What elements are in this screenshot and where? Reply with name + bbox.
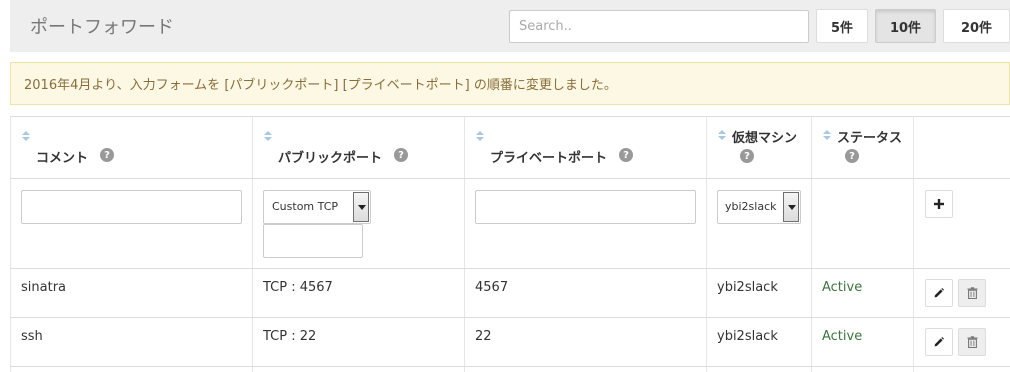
trash-icon bbox=[967, 336, 977, 348]
help-circle-icon[interactable]: ? bbox=[100, 148, 114, 162]
per-page-5-button[interactable]: 5件 bbox=[816, 9, 868, 43]
sort-icon[interactable] bbox=[264, 131, 272, 141]
per-page-10-button[interactable]: 10件 bbox=[875, 9, 936, 43]
column-header-private-port[interactable]: プライベートポート bbox=[490, 147, 607, 166]
vm-select-value: ybi2slack bbox=[725, 200, 777, 213]
cell-public-port: TCP : 4567 bbox=[263, 280, 333, 295]
row-divider bbox=[10, 317, 1010, 318]
column-header-status[interactable]: ステータス bbox=[837, 127, 902, 146]
cell-comment: ssh bbox=[21, 329, 43, 344]
protocol-select-value: Custom TCP bbox=[272, 200, 339, 213]
cell-public-port: TCP : 22 bbox=[263, 329, 317, 344]
column-header-virtual-machine[interactable]: 仮想マシン bbox=[732, 127, 797, 146]
column-divider bbox=[811, 116, 812, 372]
column-divider bbox=[706, 116, 707, 372]
help-circle-icon[interactable]: ? bbox=[845, 149, 859, 163]
private-port-input[interactable] bbox=[475, 190, 696, 224]
help-circle-icon[interactable]: ? bbox=[619, 148, 633, 162]
status-badge: Active bbox=[822, 329, 863, 344]
cell-virtual-machine: ybi2slack bbox=[717, 329, 778, 344]
chevron-down-icon[interactable] bbox=[353, 192, 369, 222]
sort-icon[interactable] bbox=[476, 131, 484, 141]
add-port-forward-button[interactable] bbox=[925, 190, 953, 218]
edit-button[interactable] bbox=[925, 328, 953, 356]
cell-comment: sinatra bbox=[21, 280, 66, 295]
header-divider bbox=[10, 178, 1010, 179]
delete-button[interactable] bbox=[958, 328, 986, 356]
delete-button[interactable] bbox=[958, 279, 986, 307]
edit-button[interactable] bbox=[925, 279, 953, 307]
notice-alert: 2016年4月より、入力フォームを [パブリックポート] [プライベートポート]… bbox=[10, 62, 1010, 105]
notice-text: 2016年4月より、入力フォームを [パブリックポート] [プライベートポート]… bbox=[24, 78, 617, 93]
sort-icon[interactable] bbox=[823, 130, 831, 140]
public-port-input[interactable] bbox=[263, 224, 363, 258]
plus-icon bbox=[934, 199, 944, 209]
help-circle-icon[interactable]: ? bbox=[740, 149, 754, 163]
vm-select[interactable]: ybi2slack bbox=[717, 190, 801, 224]
cell-private-port: 4567 bbox=[475, 280, 509, 295]
protocol-select[interactable]: Custom TCP bbox=[263, 190, 371, 224]
sort-icon[interactable] bbox=[22, 131, 30, 141]
column-header-public-port[interactable]: パブリックポート bbox=[278, 147, 382, 166]
column-divider bbox=[913, 116, 914, 372]
status-badge: Active bbox=[822, 280, 863, 295]
page-title: ポートフォワード bbox=[30, 17, 174, 38]
trash-icon bbox=[967, 287, 977, 299]
column-divider bbox=[464, 116, 465, 372]
column-divider bbox=[252, 116, 253, 372]
sort-icon[interactable] bbox=[718, 130, 726, 140]
chevron-down-icon[interactable] bbox=[783, 192, 799, 222]
row-divider bbox=[10, 366, 1010, 367]
cell-private-port: 22 bbox=[475, 329, 492, 344]
search-input[interactable] bbox=[509, 10, 809, 43]
cell-virtual-machine: ybi2slack bbox=[717, 280, 778, 295]
comment-input[interactable] bbox=[21, 190, 242, 224]
help-circle-icon[interactable]: ? bbox=[394, 148, 408, 162]
column-header-comment[interactable]: コメント bbox=[36, 147, 88, 166]
pencil-icon bbox=[934, 337, 944, 347]
per-page-20-button[interactable]: 20件 bbox=[943, 9, 1010, 43]
pencil-icon bbox=[934, 288, 944, 298]
row-divider bbox=[10, 268, 1010, 269]
